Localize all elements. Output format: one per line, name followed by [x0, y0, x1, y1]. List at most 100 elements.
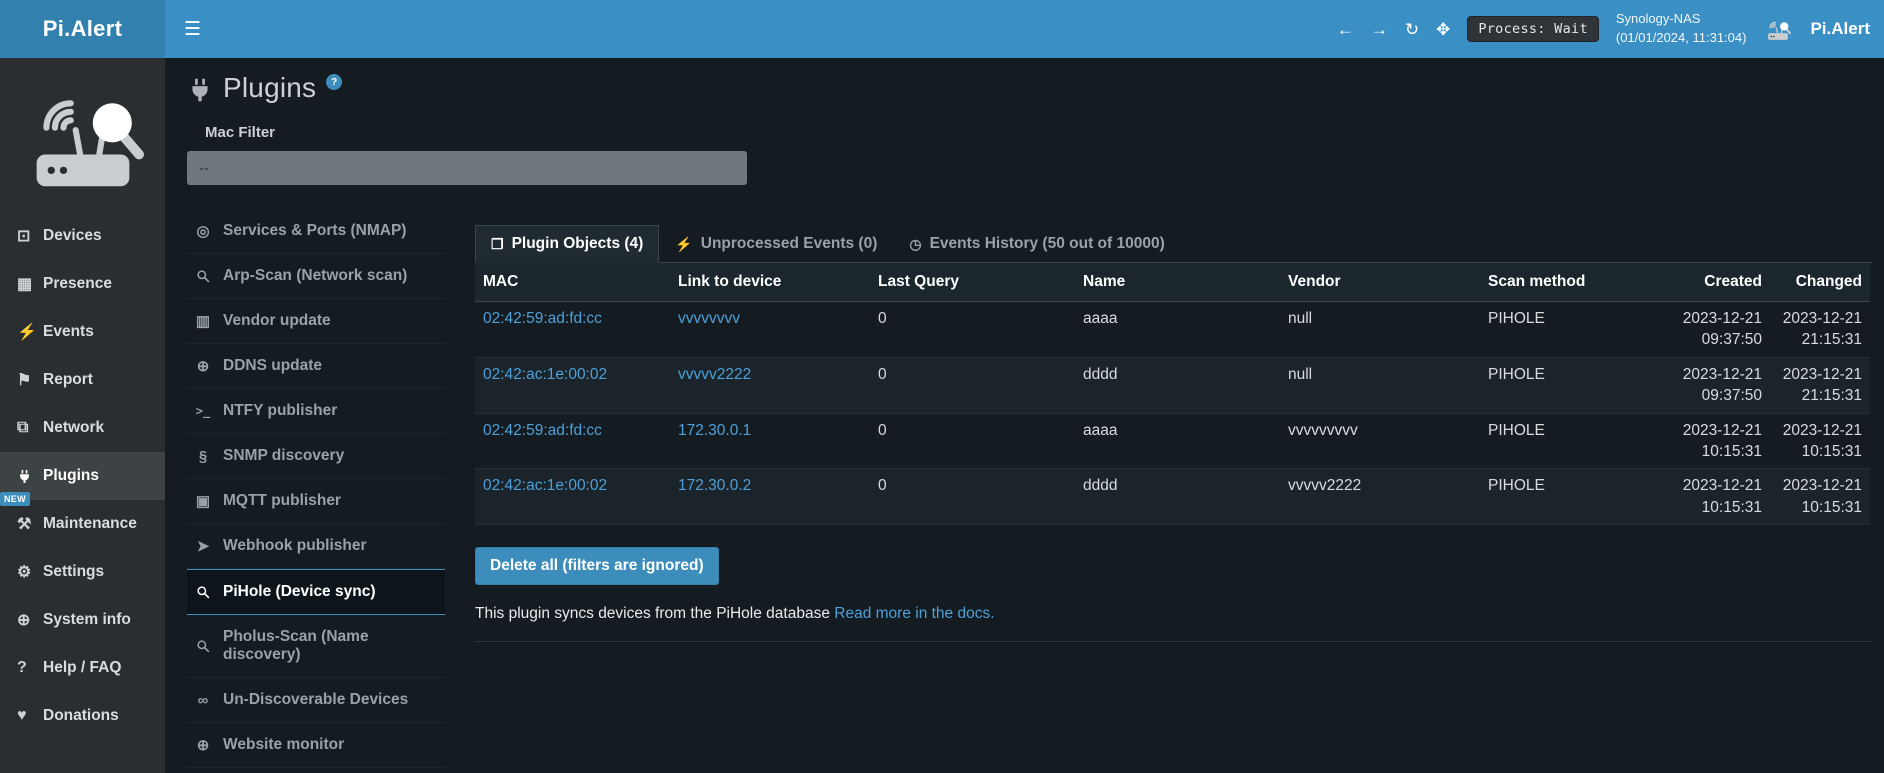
device-link-cell: 172.30.0.2 [670, 469, 870, 525]
created-cell: 2023-12-21 09:37:50 [1675, 302, 1770, 358]
help-badge[interactable]: ? [326, 74, 342, 90]
sidebar-item-label: Network [43, 419, 104, 437]
plugin-nav-item-snmp-discovery[interactable]: § SNMP discovery [187, 434, 445, 479]
bar-chart-icon: ▥ [193, 312, 213, 330]
move-icon[interactable]: ✥ [1436, 21, 1450, 38]
sidebar-item-system-info[interactable]: ⊕ System info [0, 596, 165, 644]
page-head: Plugins ? [187, 72, 1872, 104]
device-link-cell: vvvvv2222 [670, 357, 870, 413]
tab-label: Unprocessed Events (0) [701, 235, 878, 253]
sidebar-item-help-faq[interactable]: ? Help / FAQ [0, 644, 165, 692]
new-badge: NEW [0, 492, 30, 506]
sidebar-item-report[interactable]: ⚑ Report [0, 356, 165, 404]
column-header-mac[interactable]: MAC [475, 263, 670, 302]
changed-cell: 2023-12-21 21:15:31 [1770, 302, 1870, 358]
plugin-nav: ◎ Services & Ports (NMAP) Arp-Scan (Netw… [187, 209, 445, 768]
device-link[interactable]: 172.30.0.2 [678, 477, 751, 494]
radar-icon: ◎ [193, 222, 213, 240]
created-cell: 2023-12-21 10:15:31 [1675, 413, 1770, 469]
tab-unprocessed-events[interactable]: ⚡ Unprocessed Events (0) [659, 225, 893, 263]
back-icon[interactable]: ← [1337, 21, 1354, 38]
plugin-nav-item-website-monitor[interactable]: ⊕ Website monitor [187, 723, 445, 768]
sidebar: ⊡ Devices ▦ Presence ⚡ Events ⚑ Report ⧉… [0, 58, 165, 773]
process-status-badge[interactable]: Process: Wait [1467, 16, 1599, 42]
device-link[interactable]: vvvvvvvv [678, 310, 740, 327]
mac-link[interactable]: 02:42:ac:1e:00:02 [483, 366, 607, 383]
tab-plugin-objects[interactable]: ❒ Plugin Objects (4) [475, 225, 659, 263]
plugin-nav-item-services-ports[interactable]: ◎ Services & Ports (NMAP) [187, 209, 445, 254]
forward-icon[interactable]: → [1371, 21, 1388, 38]
delete-all-button[interactable]: Delete all (filters are ignored) [475, 547, 719, 585]
plugin-nav-label: PiHole (Device sync) [223, 583, 375, 601]
scan-method-cell: PIHOLE [1480, 413, 1675, 469]
sidebar-item-donations[interactable]: ♥ Donations [0, 692, 165, 740]
sidebar-item-network[interactable]: ⧉ Network [0, 404, 165, 452]
mac-link[interactable]: 02:42:ac:1e:00:02 [483, 477, 607, 494]
column-header-scan-method[interactable]: Scan method [1480, 263, 1675, 302]
search-icon [193, 639, 213, 653]
sidebar-item-maintenance[interactable]: NEW ⚒ Maintenance [0, 500, 165, 548]
plugin-nav-label: DDNS update [223, 357, 322, 375]
changed-cell: 2023-12-21 21:15:31 [1770, 357, 1870, 413]
device-link[interactable]: 172.30.0.1 [678, 422, 751, 439]
mac-filter-label: Mac Filter [205, 124, 1872, 141]
cube-icon: ❒ [491, 236, 504, 253]
calendar-icon: ▦ [17, 274, 43, 294]
sidebar-toggle-icon[interactable]: ☰ [165, 0, 220, 58]
refresh-icon[interactable]: ↻ [1405, 21, 1419, 38]
brand-text: Pi.Alert [43, 16, 122, 42]
plugin-nav-item-arp-scan[interactable]: Arp-Scan (Network scan) [187, 254, 445, 299]
column-header-changed[interactable]: Changed [1770, 263, 1870, 302]
mac-link[interactable]: 02:42:59:ad:fd:cc [483, 422, 602, 439]
plugin-nav-item-ntfy-publisher[interactable]: >_ NTFY publisher [187, 389, 445, 434]
bolt-icon: ⚡ [17, 322, 43, 342]
plugin-nav-label: NTFY publisher [223, 402, 337, 420]
device-link-cell: vvvvvvvv [670, 302, 870, 358]
mac-link[interactable]: 02:42:59:ad:fd:cc [483, 310, 602, 327]
plugin-objects-table: MAC Link to device Last Query Name Vendo… [475, 263, 1870, 525]
tab-label: Events History (50 out of 10000) [930, 235, 1165, 253]
plugin-nav-item-pihole[interactable]: PiHole (Device sync) [187, 569, 445, 615]
plugin-nav-item-undiscoverable-devices[interactable]: ∞ Un-Discoverable Devices [187, 678, 445, 723]
mqtt-icon: ▣ [193, 492, 213, 510]
vendor-cell: vvvvvvvvv [1280, 413, 1480, 469]
column-header-name[interactable]: Name [1075, 263, 1280, 302]
clock-icon: ◷ [909, 236, 921, 253]
sidebar-item-presence[interactable]: ▦ Presence [0, 260, 165, 308]
plugin-description-text: This plugin syncs devices from the PiHol… [475, 605, 834, 622]
column-header-created[interactable]: Created [1675, 263, 1770, 302]
plugin-nav-item-vendor-update[interactable]: ▥ Vendor update [187, 299, 445, 344]
plugin-nav-label: Services & Ports (NMAP) [223, 222, 406, 240]
column-header-link[interactable]: Link to device [670, 263, 870, 302]
plugin-nav-item-ddns-update[interactable]: ⊕ DDNS update [187, 344, 445, 389]
table-header-row: MAC Link to device Last Query Name Vendo… [475, 263, 1870, 302]
wrench-icon: ⚒ [17, 514, 43, 534]
plugin-description: This plugin syncs devices from the PiHol… [475, 605, 1872, 623]
host-info: Synology-NAS (01/01/2024, 11:31:04) [1616, 10, 1747, 48]
brand[interactable]: Pi.Alert [0, 0, 165, 58]
sidebar-item-settings[interactable]: ⚙ Settings [0, 548, 165, 596]
plugin-nav-item-webhook-publisher[interactable]: ➤ Webhook publisher [187, 524, 445, 569]
sidebar-item-label: Maintenance [43, 515, 137, 533]
tab-events-history[interactable]: ◷ Events History (50 out of 10000) [893, 225, 1180, 263]
created-cell: 2023-12-21 10:15:31 [1675, 469, 1770, 525]
column-header-last-query[interactable]: Last Query [870, 263, 1075, 302]
sidebar-item-events[interactable]: ⚡ Events [0, 308, 165, 356]
globe-icon: ⊕ [193, 736, 213, 754]
sidebar-item-label: Plugins [43, 467, 99, 485]
last-query-cell: 0 [870, 357, 1075, 413]
bolt-icon: ⚡ [675, 236, 692, 253]
mac-filter-input[interactable] [187, 151, 747, 185]
column-header-vendor[interactable]: Vendor [1280, 263, 1480, 302]
mac-cell: 02:42:ac:1e:00:02 [475, 469, 670, 525]
plugin-nav-item-pholus-scan[interactable]: Pholus-Scan (Name discovery) [187, 615, 445, 678]
plugin-nav-item-mqtt-publisher[interactable]: ▣ MQTT publisher [187, 479, 445, 524]
tab-bar: ❒ Plugin Objects (4) ⚡ Unprocessed Event… [475, 225, 1872, 263]
docs-link[interactable]: Read more in the docs. [834, 605, 994, 622]
sidebar-item-label: Donations [43, 707, 119, 725]
device-link[interactable]: vvvvv2222 [678, 366, 751, 383]
main-content: Plugins ? Mac Filter ◎ Services & Ports … [165, 58, 1884, 773]
plugin-nav-label: MQTT publisher [223, 492, 341, 510]
sidebar-item-devices[interactable]: ⊡ Devices [0, 212, 165, 260]
sidebar-item-label: Report [43, 371, 93, 389]
